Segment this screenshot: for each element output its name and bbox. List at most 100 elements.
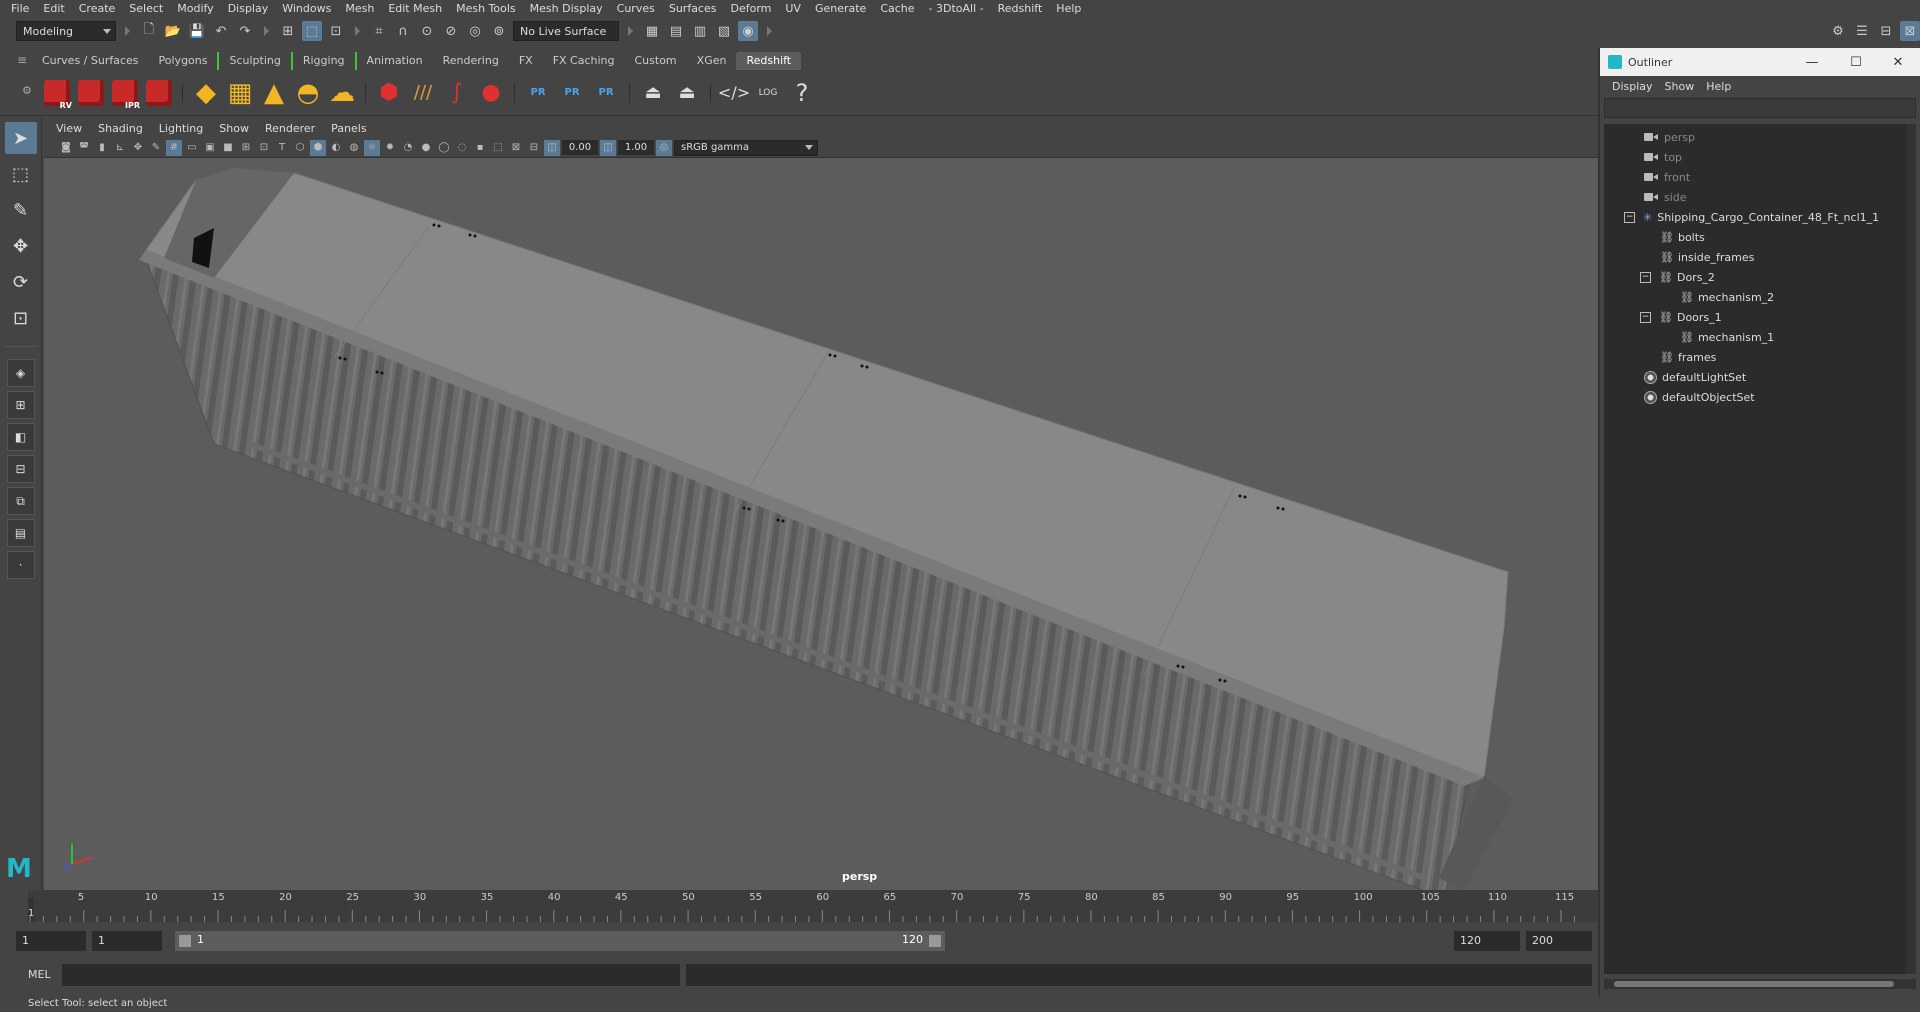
- playback-end-field[interactable]: 120: [1454, 931, 1520, 951]
- gate-mask-icon[interactable]: ■: [220, 140, 236, 156]
- collapse-arrow[interactable]: [355, 26, 360, 36]
- film-gate-icon[interactable]: ▭: [184, 140, 200, 156]
- lasso-tool-icon[interactable]: ⬚: [5, 158, 37, 190]
- field-chart-icon[interactable]: ⊞: [238, 140, 254, 156]
- exposure-field[interactable]: 0.00: [562, 140, 598, 155]
- collapse-toggle-icon[interactable]: −: [1640, 311, 1651, 323]
- safe-title-icon[interactable]: T: [274, 140, 290, 156]
- safe-action-icon[interactable]: ⊡: [256, 140, 272, 156]
- outliner-item-top[interactable]: top: [1644, 148, 1682, 166]
- redshift-render-view-icon[interactable]: RV: [42, 76, 72, 110]
- minimize-icon[interactable]: —: [1790, 48, 1834, 76]
- menu-mesh-tools[interactable]: Mesh Tools: [449, 2, 523, 15]
- tab-fx[interactable]: FX: [509, 52, 543, 70]
- smooth-shade-icon[interactable]: ⬢: [310, 139, 326, 156]
- image-plane-icon[interactable]: ⊾: [112, 140, 128, 156]
- redshift-render-icon[interactable]: [76, 76, 106, 110]
- wireframe-on-shaded-icon[interactable]: ◐: [328, 140, 344, 156]
- range-slider[interactable]: 1 120: [175, 931, 945, 951]
- ies-light-icon[interactable]: ▲: [259, 76, 289, 110]
- pr-icon-1[interactable]: PR: [523, 76, 553, 110]
- tab-polygons[interactable]: Polygons: [149, 52, 218, 70]
- dome-light-icon[interactable]: ◓: [293, 76, 323, 110]
- outliner-horizontal-scrollbar[interactable]: [1604, 979, 1916, 989]
- motion-blur-icon[interactable]: ●: [418, 140, 434, 156]
- select-object-icon[interactable]: ⬚: [302, 21, 322, 41]
- bookmark-icon[interactable]: ▮: [94, 140, 110, 156]
- mel-label[interactable]: MEL: [28, 968, 51, 981]
- channel-box-icon[interactable]: ⊠: [1900, 21, 1920, 41]
- snap-grid-icon[interactable]: ⌗: [369, 21, 389, 41]
- resolution-gate-icon[interactable]: ▣: [202, 140, 218, 156]
- outliner-item-root[interactable]: − ✳ Shipping_Cargo_Container_48_Ft_ncl1_1: [1624, 208, 1879, 226]
- hypershade-icon[interactable]: ◉: [738, 21, 758, 41]
- menu-file[interactable]: File: [4, 2, 36, 15]
- color-management-icon[interactable]: ◎: [656, 139, 672, 156]
- snap-curve-icon[interactable]: ∩: [393, 21, 413, 41]
- outliner-item-frames[interactable]: ⛓ frames: [1660, 348, 1716, 366]
- area-light-icon[interactable]: ◆: [191, 76, 221, 110]
- panel-menu-shading[interactable]: Shading: [90, 122, 151, 135]
- menu-surfaces[interactable]: Surfaces: [662, 2, 724, 15]
- collapse-arrow[interactable]: [628, 26, 633, 36]
- menu-mesh-display[interactable]: Mesh Display: [523, 2, 610, 15]
- sphere-icon[interactable]: ●: [476, 76, 506, 110]
- hair-icon[interactable]: ///: [408, 76, 438, 110]
- attribute-editor-icon[interactable]: ☰: [1852, 21, 1872, 41]
- maximize-icon[interactable]: ☐: [1834, 48, 1878, 76]
- sun-sky-icon[interactable]: ☁: [327, 76, 357, 110]
- tab-rigging[interactable]: Rigging: [290, 52, 355, 70]
- grid-icon[interactable]: #: [166, 139, 182, 156]
- tab-redshift[interactable]: Redshift: [736, 52, 802, 70]
- viewport-persp[interactable]: [44, 158, 1598, 890]
- panel-menu-panels[interactable]: Panels: [323, 122, 374, 135]
- volume-icon[interactable]: ⏏: [638, 76, 668, 110]
- undo-icon[interactable]: ↶: [211, 21, 231, 41]
- menu-redshift[interactable]: Redshift: [991, 2, 1050, 15]
- outliner-item-mechanism-1[interactable]: ⛓ mechanism_1: [1680, 328, 1774, 346]
- persp-graph-icon[interactable]: ⧉: [6, 487, 35, 515]
- camera-attributes-icon[interactable]: ◚: [76, 140, 92, 156]
- xray-joints-icon[interactable]: ⊠: [508, 140, 524, 156]
- select-hierarchy-icon[interactable]: ⊞: [278, 21, 298, 41]
- tab-rendering[interactable]: Rendering: [433, 52, 509, 70]
- tool-settings-icon[interactable]: ⊟: [1876, 21, 1896, 41]
- paint-select-icon[interactable]: ✎: [5, 194, 37, 226]
- menu-cache[interactable]: Cache: [873, 2, 921, 15]
- hypershade-layout-icon[interactable]: ▤: [6, 519, 35, 547]
- outliner-item-persp[interactable]: persp: [1644, 128, 1695, 146]
- outliner-item-front[interactable]: front: [1644, 168, 1690, 186]
- collapse-layouts-icon[interactable]: ·: [6, 551, 35, 579]
- isolate-select-icon[interactable]: ▪: [472, 140, 488, 156]
- scale-tool-icon[interactable]: ⊡: [5, 302, 37, 334]
- range-left-handle[interactable]: [179, 935, 191, 947]
- use-all-lights-icon[interactable]: ☼: [364, 139, 380, 156]
- close-icon[interactable]: ✕: [1876, 48, 1920, 76]
- gamma-icon[interactable]: ◫: [600, 139, 616, 156]
- snap-live-icon[interactable]: ⊚: [489, 21, 509, 41]
- menu-generate[interactable]: Generate: [808, 2, 873, 15]
- menu-deform[interactable]: Deform: [723, 2, 778, 15]
- ipr-render-icon[interactable]: ▥: [690, 21, 710, 41]
- wireframe-icon[interactable]: ⬡: [292, 140, 308, 156]
- ambient-occlusion-icon[interactable]: ◔: [400, 140, 416, 156]
- tab-curves-surfaces[interactable]: Curves / Surfaces: [32, 52, 149, 70]
- menu-windows[interactable]: Windows: [275, 2, 338, 15]
- open-scene-icon[interactable]: 📂: [163, 21, 183, 41]
- outliner-item-inside-frames[interactable]: ⛓ inside_frames: [1660, 248, 1754, 266]
- outliner-item-default-light-set[interactable]: defaultLightSet: [1644, 368, 1746, 386]
- outliner-menu-help[interactable]: Help: [1700, 80, 1737, 93]
- menu-mesh[interactable]: Mesh: [338, 2, 381, 15]
- shelf-settings-icon[interactable]: ⚙: [22, 84, 32, 97]
- anti-alias-icon[interactable]: ◯: [436, 140, 452, 156]
- move-tool-icon[interactable]: ✥: [5, 230, 37, 262]
- outliner-item-dors-2[interactable]: − ⛓ Dors_2: [1640, 268, 1715, 286]
- outliner-menu-display[interactable]: Display: [1606, 80, 1659, 93]
- collapse-toggle-icon[interactable]: −: [1640, 271, 1651, 283]
- environment-icon[interactable]: ⏏: [672, 76, 702, 110]
- scrollbar-thumb[interactable]: [1614, 981, 1894, 987]
- camera-select-icon[interactable]: ◙: [58, 140, 74, 156]
- view-transform-dropdown[interactable]: sRGB gamma: [674, 139, 818, 156]
- panel-menu-renderer[interactable]: Renderer: [257, 122, 323, 135]
- pr-icon-3[interactable]: PR: [591, 76, 621, 110]
